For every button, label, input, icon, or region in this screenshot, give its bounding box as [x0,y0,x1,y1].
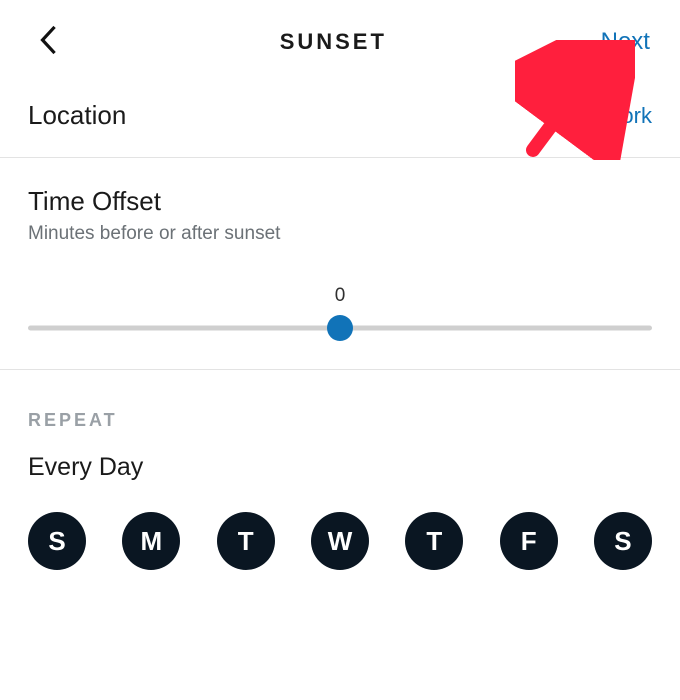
page-title: SUNSET [280,29,387,55]
next-button[interactable]: Next [599,24,652,60]
header-bar: SUNSET Next [0,0,680,72]
back-button[interactable] [28,22,68,62]
day-sat[interactable]: S [594,512,652,570]
location-value[interactable]: Work [601,103,652,129]
chevron-left-icon [37,25,59,60]
offset-slider-wrap: 0 [28,285,652,341]
location-label: Location [28,100,126,131]
repeat-section-title: REPEAT [28,410,652,431]
location-row[interactable]: Location Work [0,72,680,158]
day-wed[interactable]: W [311,512,369,570]
time-offset-row: Time Offset Minutes before or after suns… [0,158,680,370]
sunset-schedule-screen: SUNSET Next Location Work Time Offset Mi… [0,0,680,700]
day-tue[interactable]: T [217,512,275,570]
day-fri[interactable]: F [500,512,558,570]
slider-thumb[interactable] [327,315,353,341]
repeat-section: REPEAT Every Day S M T W T F S [0,370,680,570]
day-thu[interactable]: T [405,512,463,570]
time-offset-label: Time Offset [28,186,652,217]
offset-value: 0 [28,285,652,307]
repeat-value-label: Every Day [28,453,652,482]
day-mon[interactable]: M [122,512,180,570]
day-sun[interactable]: S [28,512,86,570]
day-picker: S M T W T F S [28,512,652,570]
offset-slider[interactable] [28,315,652,341]
time-offset-sub: Minutes before or after sunset [28,223,652,245]
